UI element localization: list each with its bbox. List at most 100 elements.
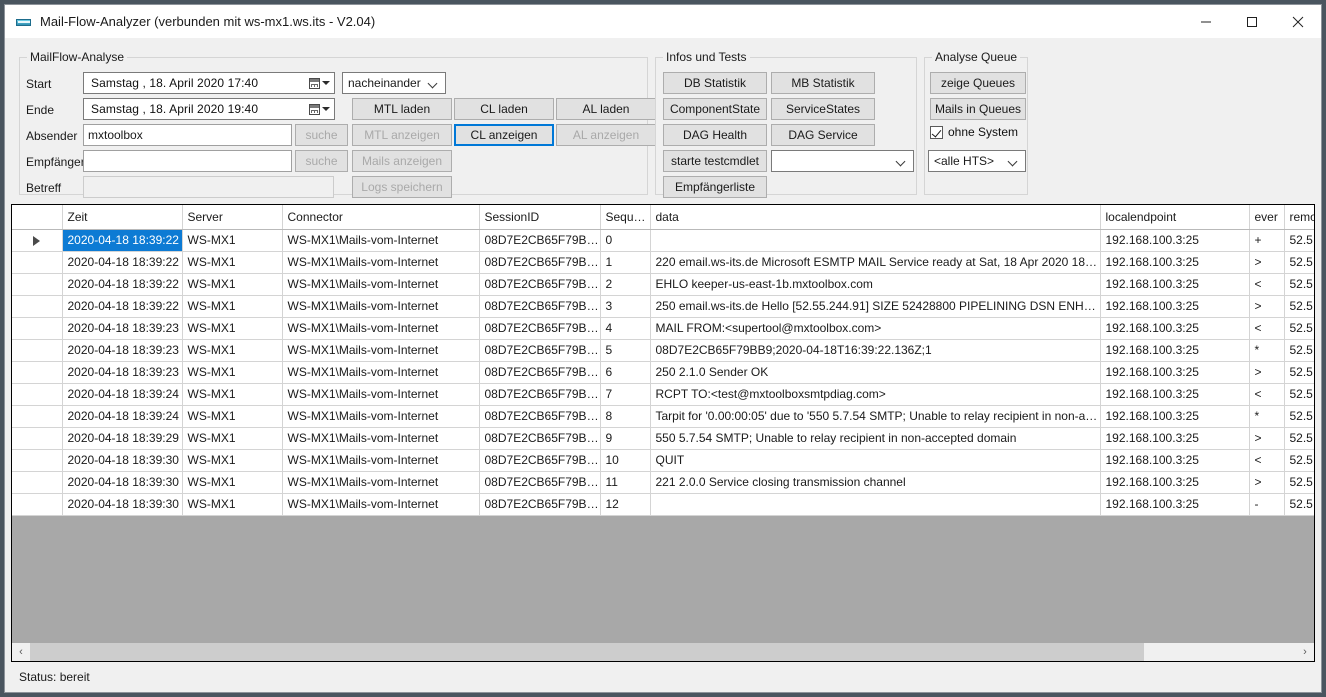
cell-connector[interactable]: WS-MX1\Mails-vom-Internet [282, 251, 480, 274]
cell-zeit[interactable]: 2020-04-18 18:39:24 [62, 383, 183, 406]
cell-connector[interactable]: WS-MX1\Mails-vom-Internet [282, 383, 480, 406]
row-selector-cell[interactable] [12, 273, 63, 296]
cell-ever[interactable]: > [1249, 251, 1285, 274]
cell-sessionid[interactable]: 08D7E2CB65F79BB9 [479, 273, 601, 296]
cell-connector[interactable]: WS-MX1\Mails-vom-Internet [282, 361, 480, 384]
hts-combobox[interactable]: <alle HTS> [928, 150, 1026, 172]
column-header-server[interactable]: Server [182, 205, 283, 230]
start-datetime-picker[interactable]: Samstag , 18. April 2020 17:40 [83, 72, 335, 94]
cell-localendpoint[interactable]: 192.168.100.3:25 [1100, 383, 1250, 406]
mtl-laden-button[interactable]: MTL laden [352, 98, 452, 120]
cell-data[interactable]: QUIT [650, 449, 1101, 472]
cell-localendpoint[interactable]: 192.168.100.3:25 [1100, 449, 1250, 472]
cell-server[interactable]: WS-MX1 [182, 273, 283, 296]
maximize-button[interactable] [1229, 5, 1275, 38]
column-header-sessionid[interactable]: SessionID [479, 205, 601, 230]
cell-zeit[interactable]: 2020-04-18 18:39:23 [62, 339, 183, 362]
table-row[interactable]: 2020-04-18 18:39:22 WS-MX1 WS-MX1\Mails-vo… [12, 229, 1314, 252]
dag-health-button[interactable]: DAG Health [663, 124, 767, 146]
close-button[interactable] [1275, 5, 1321, 38]
cell-sequenz[interactable]: 12 [600, 493, 651, 516]
cell-ever[interactable]: < [1249, 449, 1285, 472]
table-row[interactable]: 2020-04-18 18:39:30 WS-MX1 WS-MX1\Mails-vo… [12, 493, 1314, 516]
cell-localendpoint[interactable]: 192.168.100.3:25 [1100, 229, 1250, 252]
minimize-button[interactable] [1183, 5, 1229, 38]
cell-data[interactable]: 250 2.1.0 Sender OK [650, 361, 1101, 384]
row-selector-cell[interactable] [12, 471, 63, 494]
cell-zeit[interactable]: 2020-04-18 18:39:22 [62, 295, 183, 318]
cell-data[interactable]: 550 5.7.54 SMTP; Unable to relay recipie… [650, 427, 1101, 450]
table-row[interactable]: 2020-04-18 18:39:30 WS-MX1 WS-MX1\Mails-vo… [12, 471, 1314, 494]
cell-localendpoint[interactable]: 192.168.100.3:25 [1100, 405, 1250, 428]
row-selector-cell[interactable] [12, 317, 63, 340]
cell-server[interactable]: WS-MX1 [182, 295, 283, 318]
row-selector-cell[interactable] [12, 493, 63, 516]
cell-localendpoint[interactable]: 192.168.100.3:25 [1100, 317, 1250, 340]
cell-ever[interactable]: < [1249, 383, 1285, 406]
mails-in-queues-button[interactable]: Mails in Queues [930, 98, 1026, 120]
cell-zeit[interactable]: 2020-04-18 18:39:30 [62, 493, 183, 516]
cell-data[interactable]: 221 2.0.0 Service closing transmission c… [650, 471, 1101, 494]
cell-remote[interactable]: 52.55.2 [1284, 273, 1314, 296]
cell-remote[interactable]: 52.55.2 [1284, 295, 1314, 318]
cell-ever[interactable]: > [1249, 295, 1285, 318]
servicestates-button[interactable]: ServiceStates [771, 98, 875, 120]
cell-ever[interactable]: * [1249, 339, 1285, 362]
cell-zeit[interactable]: 2020-04-18 18:39:30 [62, 449, 183, 472]
cell-server[interactable]: WS-MX1 [182, 251, 283, 274]
cell-remote[interactable]: 52.55.2 [1284, 449, 1314, 472]
cell-remote[interactable]: 52.55.2 [1284, 339, 1314, 362]
cell-remote[interactable]: 52.55.2 [1284, 383, 1314, 406]
cell-remote[interactable]: 52.55.2 [1284, 427, 1314, 450]
cell-localendpoint[interactable]: 192.168.100.3:25 [1100, 361, 1250, 384]
cell-localendpoint[interactable]: 192.168.100.3:25 [1100, 295, 1250, 318]
row-selector-cell[interactable] [12, 405, 63, 428]
cell-connector[interactable]: WS-MX1\Mails-vom-Internet [282, 295, 480, 318]
row-selector-cell[interactable] [12, 383, 63, 406]
cell-sessionid[interactable]: 08D7E2CB65F79BB9 [479, 449, 601, 472]
cell-server[interactable]: WS-MX1 [182, 471, 283, 494]
row-selector-cell[interactable] [12, 361, 63, 384]
cell-localendpoint[interactable]: 192.168.100.3:25 [1100, 471, 1250, 494]
cell-data[interactable]: 08D7E2CB65F79BB9;2020-04-18T16:39:22.136… [650, 339, 1101, 362]
cell-ever[interactable]: > [1249, 427, 1285, 450]
mb-statistik-button[interactable]: MB Statistik [771, 72, 875, 94]
cell-ever[interactable]: > [1249, 361, 1285, 384]
cell-sessionid[interactable]: 08D7E2CB65F79BB9 [479, 339, 601, 362]
scrollbar-track[interactable] [30, 643, 1296, 661]
cell-sequenz[interactable]: 5 [600, 339, 651, 362]
cell-sequenz[interactable]: 10 [600, 449, 651, 472]
cell-localendpoint[interactable]: 192.168.100.3:25 [1100, 339, 1250, 362]
cell-remote[interactable]: 52.55.2 [1284, 493, 1314, 516]
cell-ever[interactable]: < [1249, 273, 1285, 296]
column-header-rowselect[interactable] [12, 205, 63, 230]
cell-zeit[interactable]: 2020-04-18 18:39:22 [62, 251, 183, 274]
cell-sessionid[interactable]: 08D7E2CB65F79BB9 [479, 295, 601, 318]
column-header-connector[interactable]: Connector [282, 205, 480, 230]
cell-server[interactable]: WS-MX1 [182, 427, 283, 450]
cell-connector[interactable]: WS-MX1\Mails-vom-Internet [282, 273, 480, 296]
table-row[interactable]: 2020-04-18 18:39:24 WS-MX1 WS-MX1\Mails-vo… [12, 383, 1314, 406]
horizontal-scrollbar[interactable]: ‹ › [12, 642, 1314, 661]
cell-data[interactable]: RCPT TO:<test@mxtoolboxsmtpdiag.com> [650, 383, 1101, 406]
componentstate-button[interactable]: ComponentState [663, 98, 767, 120]
cell-sessionid[interactable]: 08D7E2CB65F79BB9 [479, 471, 601, 494]
cell-connector[interactable]: WS-MX1\Mails-vom-Internet [282, 427, 480, 450]
cl-laden-button[interactable]: CL laden [454, 98, 554, 120]
row-selector-cell[interactable] [12, 449, 63, 472]
row-selector-cell[interactable] [12, 251, 63, 274]
cell-data[interactable]: EHLO keeper-us-east-1b.mxtoolbox.com [650, 273, 1101, 296]
cell-remote[interactable]: 52.55.2 [1284, 405, 1314, 428]
cell-sequenz[interactable]: 4 [600, 317, 651, 340]
cell-connector[interactable]: WS-MX1\Mails-vom-Internet [282, 471, 480, 494]
cell-remote[interactable]: 52.55.2 [1284, 361, 1314, 384]
start-calendar-dropdown-button[interactable] [304, 73, 334, 93]
scroll-right-arrow-icon[interactable]: › [1296, 643, 1314, 661]
table-row[interactable]: 2020-04-18 18:39:23 WS-MX1 WS-MX1\Mails-vo… [12, 339, 1314, 362]
absender-input[interactable]: mxtoolbox [83, 124, 292, 146]
table-row[interactable]: 2020-04-18 18:39:22 WS-MX1 WS-MX1\Mails-vo… [12, 273, 1314, 296]
cell-sequenz[interactable]: 6 [600, 361, 651, 384]
table-row[interactable]: 2020-04-18 18:39:30 WS-MX1 WS-MX1\Mails-vo… [12, 449, 1314, 472]
cell-server[interactable]: WS-MX1 [182, 361, 283, 384]
cell-server[interactable]: WS-MX1 [182, 405, 283, 428]
